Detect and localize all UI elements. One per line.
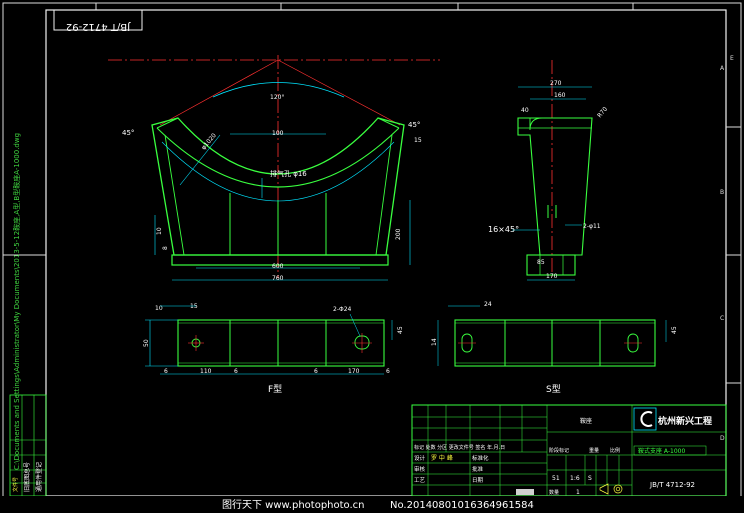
dim-plan-15: 15: [190, 303, 198, 310]
dim-plan-6c: 6: [314, 368, 318, 375]
dim-plan-110: 110: [200, 368, 212, 375]
designer-label: 设计: [414, 454, 426, 462]
dim-vent-hole: 排气孔 φ16: [270, 169, 307, 178]
code-box-text: JB/T 4712-92: [66, 21, 131, 32]
process-label: 工艺: [414, 477, 426, 484]
dim-holes-11: 2-φ11: [583, 223, 601, 230]
weight-value: 51: [552, 475, 560, 482]
dim-angle-45-left: 45°: [122, 129, 134, 137]
watermark-id: No.20140801016364961584: [390, 500, 534, 511]
stage-value: S: [588, 475, 592, 482]
dim-40: 40: [521, 107, 529, 114]
drawing-number: JB/T 4712-92: [649, 481, 695, 489]
dim-760: 760: [272, 275, 284, 282]
review-label: 审核: [414, 465, 426, 473]
dim-200: 200: [395, 228, 402, 240]
watermark-strip: [0, 496, 744, 513]
left-table-general: 通用件登记: [35, 462, 43, 492]
zone-label-c: C: [720, 315, 724, 322]
view-label-f: F型: [268, 384, 282, 395]
approve-label: 批准: [472, 465, 484, 473]
dim-s-14: 14: [431, 338, 438, 346]
watermark-site: 图行天下 www.photophoto.cn: [222, 498, 365, 511]
scale-label: 比例: [610, 447, 620, 454]
cad-drawing-canvas: A B C D E JB/T 4712-92 C:\Documents and …: [0, 0, 744, 513]
dim-s-45: 45: [671, 326, 678, 334]
scale-value: 1:6: [570, 475, 580, 482]
dim-plan-50: 50: [143, 339, 150, 347]
left-table-file-no: 文件号: [12, 477, 19, 492]
designer-name: 罗 中 峰: [431, 454, 453, 462]
spec-text: 鞍式支座 A-1000: [638, 447, 685, 455]
dim-plan-45: 45: [397, 326, 404, 334]
dim-plan-170: 170: [348, 368, 360, 375]
canvas-background: [0, 0, 744, 513]
left-table-old-total: 旧底图总号: [23, 462, 31, 492]
dim-85: 85: [537, 259, 545, 266]
standard-label: 标准化: [472, 454, 489, 462]
revision-header: 标记 处数 分区 更改文件号 签名 年.月.日: [414, 444, 505, 451]
company-name: 杭州新兴工程: [658, 415, 712, 427]
dim-170: 170: [546, 273, 558, 280]
zone-label-e: E: [730, 55, 734, 62]
stage-label: 阶段标记: [549, 447, 569, 454]
date-label: 日期: [472, 477, 484, 484]
dim-angle-120: 120°: [270, 94, 284, 101]
dim-8-left: 8: [162, 246, 169, 250]
dim-s-24: 24: [484, 301, 492, 308]
dim-angle-45-right: 45°: [408, 121, 420, 129]
dim-160: 160: [554, 92, 566, 99]
dim-100: 100: [272, 130, 284, 137]
dim-600: 600: [272, 263, 284, 270]
quantity-label: 数量: [549, 489, 559, 496]
sheet-count: 1: [576, 489, 580, 496]
dim-15-right: 15: [414, 137, 422, 144]
dim-chamfer: 16×45°: [488, 225, 519, 234]
weight-label: 重量: [589, 447, 599, 454]
dim-270: 270: [550, 80, 562, 87]
dim-plan-6d: 6: [386, 368, 390, 375]
file-path-strip: C:\Documents and Settings\Administrator\…: [12, 133, 21, 470]
zone-label-b: B: [720, 189, 724, 196]
dim-plan-6b: 6: [234, 368, 238, 375]
dim-plan-holes: 2-Φ24: [333, 306, 352, 313]
dim-10-left: 10: [156, 227, 163, 235]
zone-label-d: D: [720, 435, 725, 442]
dim-plan-6a: 6: [164, 368, 168, 375]
view-label-s: S型: [546, 384, 561, 395]
part-name: 鞍座: [580, 417, 592, 425]
stamp-box: [516, 489, 534, 495]
